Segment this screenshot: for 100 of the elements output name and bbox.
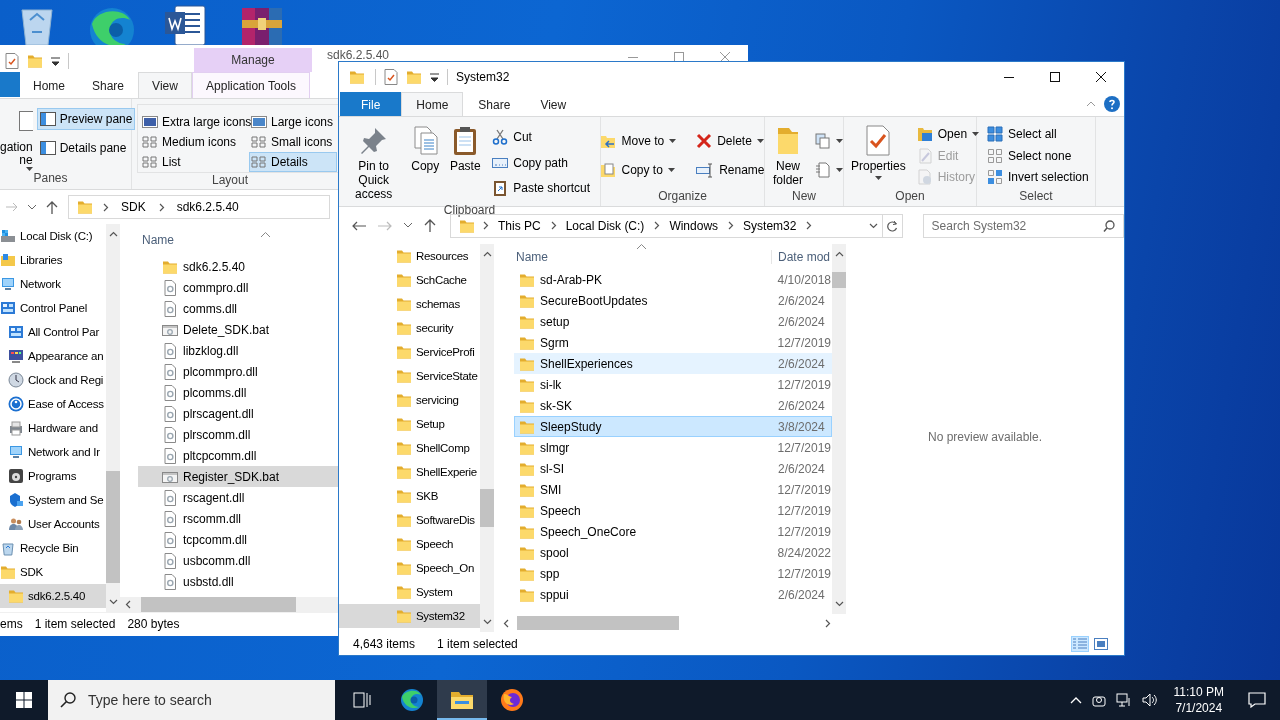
nav-tree-item[interactable]: Local Disk (C:) [0, 224, 106, 248]
ribbon-button[interactable]: Pin to Quick access [343, 122, 405, 203]
file-row[interactable]: sl-SI 2/6/2024 [514, 458, 832, 479]
view-toggle-button[interactable] [1092, 635, 1110, 652]
scrollbar[interactable] [832, 244, 846, 614]
ribbon-tab[interactable]: File [340, 92, 402, 116]
file-row[interactable]: sdk6.2.5.40 [138, 256, 339, 277]
file-row[interactable]: slmgr 12/7/2019 [514, 437, 832, 458]
breadcrumb-item[interactable]: This PC [496, 218, 543, 233]
navigation-pane-button[interactable]: gation ne [0, 108, 33, 171]
file-row[interactable]: tcpcomm.dll [138, 529, 339, 550]
ribbon-button[interactable]: Properties [848, 122, 909, 189]
layout-option[interactable]: List [140, 152, 249, 172]
ribbon-button[interactable]: Copy to [597, 160, 680, 180]
file-row[interactable]: libzklog.dll [138, 340, 339, 361]
file-row[interactable]: comms.dll [138, 298, 339, 319]
scrollbar-thumb[interactable] [106, 471, 120, 583]
scrollbar[interactable] [480, 244, 494, 632]
scrollbar[interactable] [120, 597, 339, 612]
breadcrumb-item[interactable]: Local Disk (C:) [563, 218, 647, 233]
file-row[interactable]: pltcpcomm.dll [138, 445, 339, 466]
file-row[interactable]: sd-Arab-PK 4/10/2018 [514, 269, 832, 290]
file-row[interactable]: usbcomm.dll [138, 550, 339, 571]
ribbon-tab[interactable]: Home [401, 92, 464, 117]
ribbon-button[interactable]: Paste [446, 122, 485, 203]
ribbon-button[interactable] [812, 131, 846, 151]
ribbon-tab[interactable]: View [525, 92, 582, 116]
scrollbar-thumb[interactable] [517, 616, 679, 630]
file-row[interactable]: sk-SK 2/6/2024 [514, 395, 832, 416]
file-row[interactable]: ShellExperiences 2/6/2024 [514, 353, 832, 374]
file-row[interactable]: rscagent.dll [138, 487, 339, 508]
file-row[interactable]: usbstd.dll [138, 571, 339, 592]
file-row[interactable]: SleepStudy 3/8/2024 [514, 416, 832, 437]
nav-tree-item[interactable]: SDK [0, 560, 106, 584]
ribbon-tab[interactable]: View [138, 72, 192, 99]
nav-tree-item[interactable]: Setup [339, 412, 480, 436]
view-toggle-button[interactable] [1071, 635, 1089, 652]
ribbon-button[interactable]: Details pane [36, 137, 136, 159]
nav-tree-item[interactable]: User Accounts [0, 512, 106, 536]
nav-tree-item[interactable]: SKB [339, 484, 480, 508]
breadcrumb-item[interactable]: Windows [667, 218, 721, 233]
nav-tree-item[interactable]: Recycle Bin [0, 536, 106, 560]
nav-tree-item[interactable]: Network [0, 272, 106, 296]
scrollbar[interactable] [106, 224, 120, 612]
file-row[interactable]: Delete_SDK.bat [138, 319, 339, 340]
file-row[interactable]: spp 12/7/2019 [514, 563, 832, 584]
ribbon-button[interactable]: Invert selection [984, 167, 1092, 188]
ribbon-button[interactable]: Cut [489, 127, 593, 148]
ribbon-button[interactable]: New folder [769, 122, 807, 189]
file-row[interactable]: SMI 12/7/2019 [514, 479, 832, 500]
file-row[interactable]: sppui 2/6/2024 [514, 584, 832, 605]
ribbon-button[interactable]: Copy [406, 122, 445, 203]
scrollbar-thumb[interactable] [141, 597, 296, 612]
nav-tree-item[interactable]: Hardware and [0, 416, 106, 440]
file-row[interactable]: Speech_OneCore 12/7/2019 [514, 521, 832, 542]
file-row[interactable]: plcommpro.dll [138, 361, 339, 382]
file-row[interactable]: plrscagent.dll [138, 403, 339, 424]
breadcrumb-item[interactable]: sdk6.2.5.40 [173, 200, 242, 214]
breadcrumb-item[interactable]: System32 [741, 218, 799, 233]
file-row[interactable]: plrscomm.dll [138, 424, 339, 445]
nav-tree-item[interactable]: Appearance an [0, 344, 106, 368]
ribbon-button[interactable]: Preview pane [36, 108, 136, 130]
ribbon-button[interactable]: Delete [693, 131, 768, 151]
file-row[interactable]: Speech 12/7/2019 [514, 500, 832, 521]
nav-tree-item[interactable]: Speech [339, 532, 480, 556]
nav-tree-item[interactable]: System and Se [0, 488, 106, 512]
ribbon-tab[interactable]: Application Tools [192, 72, 310, 98]
nav-tree-item[interactable]: Ease of Access [0, 392, 106, 416]
nav-tree-item[interactable]: Resources [339, 244, 480, 268]
nav-tree-item[interactable]: ShellComp [339, 436, 480, 460]
nav-tree-item[interactable]: System32 [339, 604, 480, 628]
breadcrumb-item[interactable]: SDK [118, 200, 149, 214]
ribbon-tab[interactable]: Share [463, 92, 526, 116]
file-row[interactable]: Register_SDK.bat [138, 466, 339, 487]
taskbar-app-button[interactable] [437, 680, 487, 720]
nav-tree-item[interactable]: ShellExperie [339, 460, 480, 484]
address-bar[interactable]: SDK sdk6.2.5.40 [68, 195, 330, 219]
scrollbar-thumb[interactable] [480, 489, 494, 527]
column-header[interactable]: Name [516, 249, 548, 264]
nav-tree-item[interactable]: servicing [339, 388, 480, 412]
nav-tree-item[interactable]: Libraries [0, 248, 106, 272]
nav-tree-item[interactable]: System [339, 580, 480, 604]
search-field[interactable]: Search System32 [922, 213, 1124, 238]
nav-tree-item[interactable]: Programs [0, 464, 106, 488]
ribbon-button[interactable]: Open [913, 123, 983, 144]
nav-tree-item[interactable]: Clock and Regi [0, 368, 106, 392]
ribbon-button[interactable]: Select all [984, 123, 1092, 144]
nav-tree-item[interactable]: sdk6.2.5.40 [0, 584, 106, 608]
layout-option[interactable]: Details [249, 152, 337, 172]
nav-tree-item[interactable]: security [339, 316, 480, 340]
layout-option[interactable]: Extra large icons [140, 112, 249, 132]
layout-option[interactable]: Medium icons [140, 132, 249, 152]
file-row[interactable]: spool 8/24/2022 [514, 542, 832, 563]
nav-tree-item[interactable]: ServiceProfi [339, 340, 480, 364]
layout-option[interactable]: Small icons [249, 132, 337, 152]
ribbon-tab[interactable]: Home [20, 72, 78, 98]
ribbon-button[interactable]: Rename [693, 160, 768, 180]
ribbon-button[interactable]: Paste shortcut [489, 177, 593, 198]
nav-tree-item[interactable]: SoftwareDis [339, 508, 480, 532]
nav-tree-item[interactable]: Control Panel [0, 296, 106, 320]
